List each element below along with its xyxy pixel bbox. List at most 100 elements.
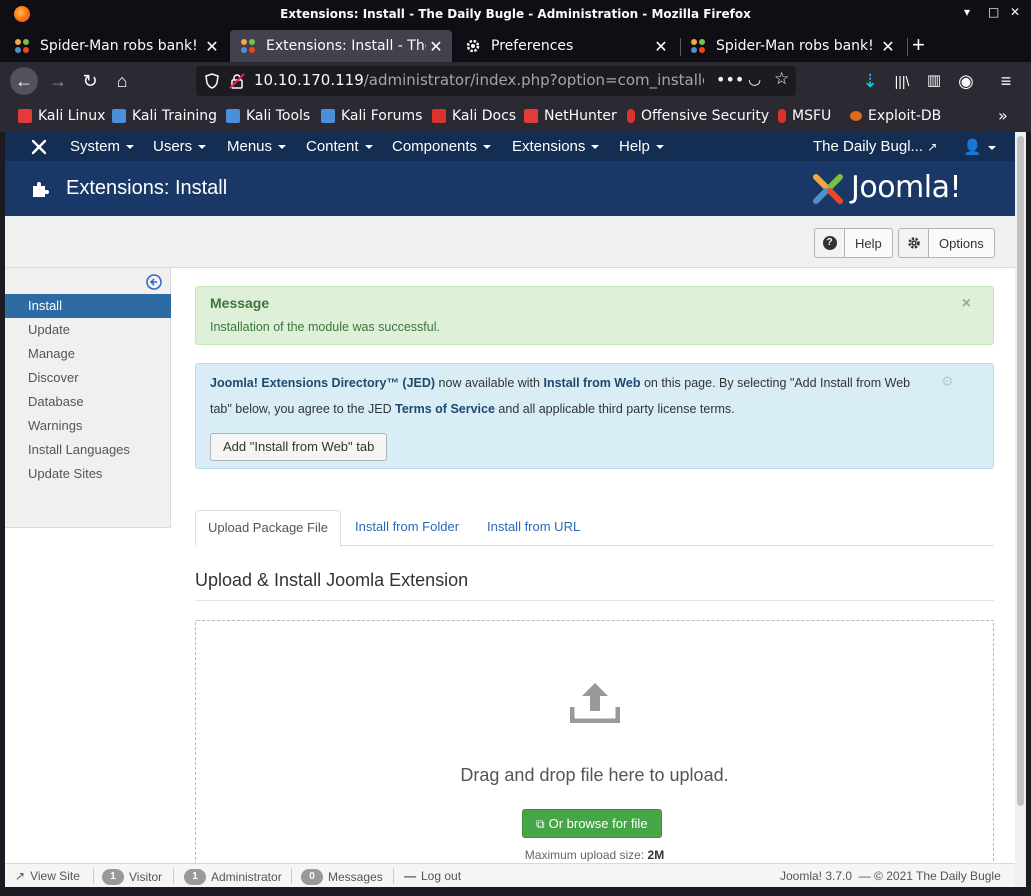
library-icon[interactable]: |||\	[888, 67, 916, 95]
question-icon: ?	[815, 229, 845, 257]
bookmark-kali-training[interactable]: Kali Training	[112, 108, 217, 124]
sidebar-item-update[interactable]: Update	[5, 318, 171, 342]
user-menu[interactable]: 👤	[963, 138, 996, 156]
kali-icon	[112, 109, 126, 123]
browser-tab-4[interactable]: Spider-Man robs bank! ✕	[680, 30, 904, 62]
menu-label: Help	[619, 138, 650, 155]
messages-status[interactable]: 0 Messages	[301, 869, 383, 885]
tab-install-from-folder[interactable]: Install from Folder	[343, 510, 471, 546]
url-bar[interactable]: 10.10.170.119/administrator/index.php?op…	[196, 66, 796, 96]
sidebar-item-install[interactable]: Install	[5, 294, 171, 318]
exploitdb-icon	[850, 111, 862, 121]
bookmark-label: NetHunter	[544, 108, 617, 124]
sidebar-toggle-icon[interactable]: ▥	[920, 67, 948, 95]
caret-down-icon	[198, 145, 207, 150]
reload-icon[interactable]: ↻	[76, 67, 104, 95]
bookmark-exploit-db[interactable]: Exploit-DB	[850, 108, 941, 124]
bookmark-kali-forums[interactable]: Kali Forums	[321, 108, 422, 124]
page-actions-icon[interactable]: •••	[716, 70, 744, 89]
close-tab-icon[interactable]: ✕	[202, 37, 222, 56]
maximize-icon[interactable]: □	[988, 5, 999, 19]
browser-tab-3[interactable]: Preferences ✕	[455, 30, 677, 62]
menu-icon[interactable]: ≡	[992, 67, 1020, 95]
puzzle-icon	[33, 182, 49, 197]
offsec-icon	[778, 109, 786, 123]
forward-icon[interactable]: →	[44, 67, 72, 95]
sidebar-item-manage[interactable]: Manage	[5, 342, 171, 366]
menu-extensions[interactable]: Extensions	[512, 138, 600, 155]
minimize-icon[interactable]: ▾	[964, 5, 970, 19]
site-link[interactable]: The Daily Bugl... ↗	[813, 138, 937, 155]
bookmark-star-icon[interactable]: ☆	[774, 69, 789, 89]
bookmark-msfu[interactable]: MSFU	[778, 108, 831, 124]
close-tab-icon[interactable]: ✕	[426, 37, 446, 56]
home-icon[interactable]: ⌂	[108, 67, 136, 95]
shield-icon[interactable]	[204, 73, 220, 89]
browse-file-button[interactable]: ⧉ Or browse for file	[522, 809, 662, 838]
install-from-web-link[interactable]: Install from Web	[543, 376, 640, 390]
menu-label: Content	[306, 138, 359, 155]
caret-down-icon	[655, 145, 664, 150]
tab-install-from-url[interactable]: Install from URL	[475, 510, 592, 546]
notice-text: and all applicable third party license t…	[494, 402, 735, 416]
collapse-sidebar-icon[interactable]	[146, 274, 162, 290]
page-scrollbar[interactable]	[1015, 132, 1026, 887]
sidebar-item-warnings[interactable]: Warnings	[5, 414, 171, 438]
caret-down-icon	[591, 145, 600, 150]
view-site-link[interactable]: ↗ View Site	[15, 869, 80, 883]
help-button[interactable]: ? Help	[814, 228, 893, 258]
toolbar: ? Help Options	[5, 216, 1015, 268]
kali-icon	[226, 109, 240, 123]
message-body: Installation of the module was successfu…	[210, 320, 440, 334]
jed-link[interactable]: Joomla! Extensions Directory™ (JED)	[210, 376, 435, 390]
joomla-logo-text: Joomla!	[851, 170, 962, 205]
bookmark-kali-docs[interactable]: Kali Docs	[432, 108, 516, 124]
scrollbar-thumb[interactable]	[1017, 136, 1024, 806]
external-link-icon: ↗	[927, 140, 938, 154]
menu-content[interactable]: Content	[306, 138, 373, 155]
bookmark-nethunter[interactable]: NetHunter	[524, 108, 617, 124]
bookmarks-overflow-icon[interactable]: »	[998, 106, 1008, 125]
bookmark-label: Kali Linux	[38, 108, 106, 124]
upload-dropzone[interactable]: Drag and drop file here to upload. ⧉ Or b…	[195, 620, 994, 864]
options-button[interactable]: Options	[898, 228, 995, 258]
page-header: Extensions: Install Joomla!	[5, 161, 1015, 216]
close-window-icon[interactable]: ✕	[1010, 5, 1020, 19]
menu-components[interactable]: Components	[392, 138, 492, 155]
drop-instruction: Drag and drop file here to upload.	[460, 765, 729, 785]
browser-tab-2[interactable]: Extensions: Install - The I ✕	[230, 30, 452, 62]
sidebar-item-discover[interactable]: Discover	[5, 366, 171, 390]
back-icon[interactable]: ←	[10, 67, 38, 95]
insecure-lock-icon[interactable]	[229, 73, 245, 89]
downloads-icon[interactable]: ⇣	[856, 67, 884, 95]
menu-system[interactable]: System	[70, 138, 135, 155]
add-install-from-web-button[interactable]: Add "Install from Web" tab	[210, 433, 388, 461]
tab-upload-package-file[interactable]: Upload Package File	[195, 510, 341, 547]
menu-users[interactable]: Users	[153, 138, 207, 155]
bookmark-kali-linux[interactable]: Kali Linux	[18, 108, 105, 124]
close-tab-icon[interactable]: ✕	[878, 37, 898, 56]
new-tab-icon[interactable]: +	[912, 32, 925, 58]
terms-of-service-link[interactable]: Terms of Service	[395, 402, 495, 416]
close-tab-icon[interactable]: ✕	[651, 37, 671, 56]
bookmark-label: MSFU	[792, 108, 832, 124]
sidebar-item-update-sites[interactable]: Update Sites	[5, 462, 171, 486]
menu-help[interactable]: Help	[619, 138, 664, 155]
logout-link[interactable]: — Log out	[404, 869, 461, 883]
sidebar-item-database[interactable]: Database	[5, 390, 171, 414]
navigation-toolbar: ← → ↻ ⌂ 10.10.170.119/administrator/inde…	[0, 62, 1031, 100]
gear-icon[interactable]: ⚙	[941, 373, 954, 390]
menu-menus[interactable]: Menus	[227, 138, 287, 155]
browser-tab-1[interactable]: Spider-Man robs bank! ✕	[4, 30, 228, 62]
account-icon[interactable]: ◉	[952, 67, 980, 95]
sidebar-item-install-languages[interactable]: Install Languages	[5, 438, 171, 462]
window-titlebar: Extensions: Install - The Daily Bugle - …	[0, 0, 1031, 28]
bookmark-offensive-security[interactable]: Offensive Security	[627, 108, 769, 124]
tab-bar: Spider-Man robs bank! ✕ Extensions: Inst…	[0, 28, 1031, 62]
bookmark-kali-tools[interactable]: Kali Tools	[226, 108, 310, 124]
close-icon[interactable]: ×	[962, 295, 971, 313]
joomla-icon[interactable]	[30, 138, 48, 156]
caret-down-icon	[278, 145, 287, 150]
gear-icon	[466, 39, 480, 53]
pocket-icon[interactable]: ◡	[748, 70, 761, 88]
